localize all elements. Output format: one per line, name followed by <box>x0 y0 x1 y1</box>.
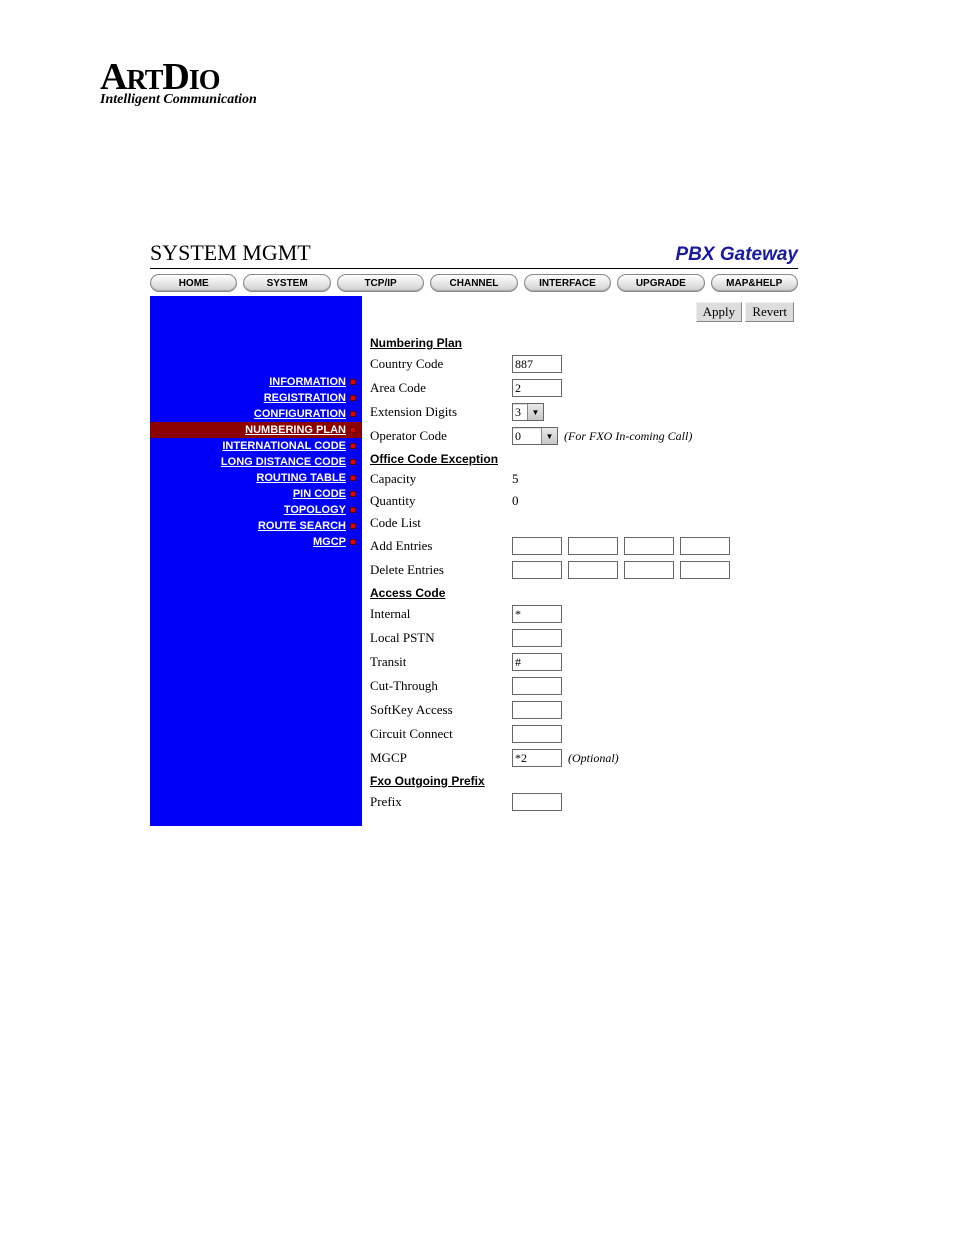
chevron-down-icon: ▼ <box>541 428 557 444</box>
sidebar-item-registration[interactable]: REGISTRATION <box>150 390 362 406</box>
label-delete-entries: Delete Entries <box>370 562 512 578</box>
label-country-code: Country Code <box>370 356 512 372</box>
bullet-icon <box>350 507 356 513</box>
chevron-down-icon: ▼ <box>527 404 543 420</box>
sidebar-item-label: MGCP <box>313 536 346 548</box>
label-softkey-access: SoftKey Access <box>370 702 512 718</box>
section-fxo-prefix: Fxo Outgoing Prefix <box>370 770 794 790</box>
sidebar-item-label: ROUTE SEARCH <box>258 520 346 532</box>
logo-text: ARTDIO <box>100 60 954 94</box>
sidebar-item-topology[interactable]: TOPOLOGY <box>150 502 362 518</box>
revert-button[interactable]: Revert <box>745 302 794 322</box>
sidebar-item-label: NUMBERING PLAN <box>245 424 346 436</box>
extension-digits-select[interactable]: 3 ▼ <box>512 403 544 421</box>
sidebar-item-label: PIN CODE <box>293 488 346 500</box>
label-prefix: Prefix <box>370 794 512 810</box>
add-entry-input[interactable] <box>680 537 730 555</box>
sidebar-item-configuration[interactable]: CONFIGURATION <box>150 406 362 422</box>
bullet-icon <box>350 475 356 481</box>
capacity-value: 5 <box>512 471 552 487</box>
country-code-input[interactable] <box>512 355 562 373</box>
sidebar-item-label: INTERNATIONAL CODE <box>222 440 346 452</box>
sidebar-item-label: INFORMATION <box>269 376 346 388</box>
operator-code-select[interactable]: 0 ▼ <box>512 427 558 445</box>
label-area-code: Area Code <box>370 380 512 396</box>
sidebar-item-label: CONFIGURATION <box>254 408 346 420</box>
sidebar-item-route-search[interactable]: ROUTE SEARCH <box>150 518 362 534</box>
section-office-exception: Office Code Exception <box>370 448 794 468</box>
sidebar: INFORMATION REGISTRATION CONFIGURATION N… <box>150 296 362 826</box>
bullet-icon <box>350 459 356 465</box>
section-numbering-plan: Numbering Plan <box>370 332 794 352</box>
tab-upgrade[interactable]: UPGRADE <box>617 274 704 292</box>
operator-code-hint: (For FXO In-coming Call) <box>564 429 692 444</box>
sidebar-item-label: REGISTRATION <box>264 392 346 404</box>
bullet-icon <box>350 539 356 545</box>
internal-input[interactable] <box>512 605 562 623</box>
tab-maphelp[interactable]: MAP&HELP <box>711 274 798 292</box>
bullet-icon <box>350 443 356 449</box>
delete-entry-input[interactable] <box>512 561 562 579</box>
tab-tcpip[interactable]: TCP/IP <box>337 274 424 292</box>
label-local-pstn: Local PSTN <box>370 630 512 646</box>
sidebar-item-international-code[interactable]: INTERNATIONAL CODE <box>150 438 362 454</box>
content-panel: Apply Revert Numbering Plan Country Code… <box>362 296 798 826</box>
bullet-icon <box>350 395 356 401</box>
label-mgcp: MGCP <box>370 750 512 766</box>
tab-interface[interactable]: INTERFACE <box>524 274 611 292</box>
label-internal: Internal <box>370 606 512 622</box>
apply-button[interactable]: Apply <box>696 302 743 322</box>
add-entry-input[interactable] <box>568 537 618 555</box>
circuit-connect-input[interactable] <box>512 725 562 743</box>
product-name: PBX Gateway <box>676 244 799 266</box>
delete-entry-input[interactable] <box>624 561 674 579</box>
area-code-input[interactable] <box>512 379 562 397</box>
sidebar-item-label: TOPOLOGY <box>284 504 346 516</box>
local-pstn-input[interactable] <box>512 629 562 647</box>
label-transit: Transit <box>370 654 512 670</box>
cut-through-input[interactable] <box>512 677 562 695</box>
page-title: SYSTEM MGMT <box>150 240 311 266</box>
label-add-entries: Add Entries <box>370 538 512 554</box>
tab-channel[interactable]: CHANNEL <box>430 274 517 292</box>
sidebar-item-pin-code[interactable]: PIN CODE <box>150 486 362 502</box>
bullet-icon <box>350 379 356 385</box>
delete-entry-input[interactable] <box>568 561 618 579</box>
logo-area: ARTDIO Intelligent Communication <box>0 0 954 180</box>
mgcp-input[interactable] <box>512 749 562 767</box>
main-tabs: HOME SYSTEM TCP/IP CHANNEL INTERFACE UPG… <box>150 272 798 296</box>
add-entry-input[interactable] <box>624 537 674 555</box>
delete-entry-input[interactable] <box>680 561 730 579</box>
label-code-list: Code List <box>370 515 512 531</box>
sidebar-item-label: ROUTING TABLE <box>256 472 346 484</box>
quantity-value: 0 <box>512 493 552 509</box>
label-quantity: Quantity <box>370 493 512 509</box>
sidebar-item-numbering-plan[interactable]: NUMBERING PLAN <box>150 422 362 438</box>
label-cut-through: Cut-Through <box>370 678 512 694</box>
mgcp-hint: (Optional) <box>568 751 619 766</box>
tab-system[interactable]: SYSTEM <box>243 274 330 292</box>
transit-input[interactable] <box>512 653 562 671</box>
sidebar-item-information[interactable]: INFORMATION <box>150 374 362 390</box>
prefix-input[interactable] <box>512 793 562 811</box>
bullet-icon <box>350 491 356 497</box>
sidebar-item-long-distance-code[interactable]: LONG DISTANCE CODE <box>150 454 362 470</box>
label-capacity: Capacity <box>370 471 512 487</box>
bullet-icon <box>350 523 356 529</box>
section-access-code: Access Code <box>370 582 794 602</box>
sidebar-item-mgcp[interactable]: MGCP <box>150 534 362 550</box>
bullet-icon <box>350 411 356 417</box>
softkey-access-input[interactable] <box>512 701 562 719</box>
tab-home[interactable]: HOME <box>150 274 237 292</box>
sidebar-item-label: LONG DISTANCE CODE <box>221 456 346 468</box>
label-extension-digits: Extension Digits <box>370 404 512 420</box>
label-operator-code: Operator Code <box>370 428 512 444</box>
add-entry-input[interactable] <box>512 537 562 555</box>
bullet-icon <box>350 427 356 433</box>
sidebar-item-routing-table[interactable]: ROUTING TABLE <box>150 470 362 486</box>
logo-tagline: Intelligent Communication <box>100 92 954 108</box>
label-circuit-connect: Circuit Connect <box>370 726 512 742</box>
